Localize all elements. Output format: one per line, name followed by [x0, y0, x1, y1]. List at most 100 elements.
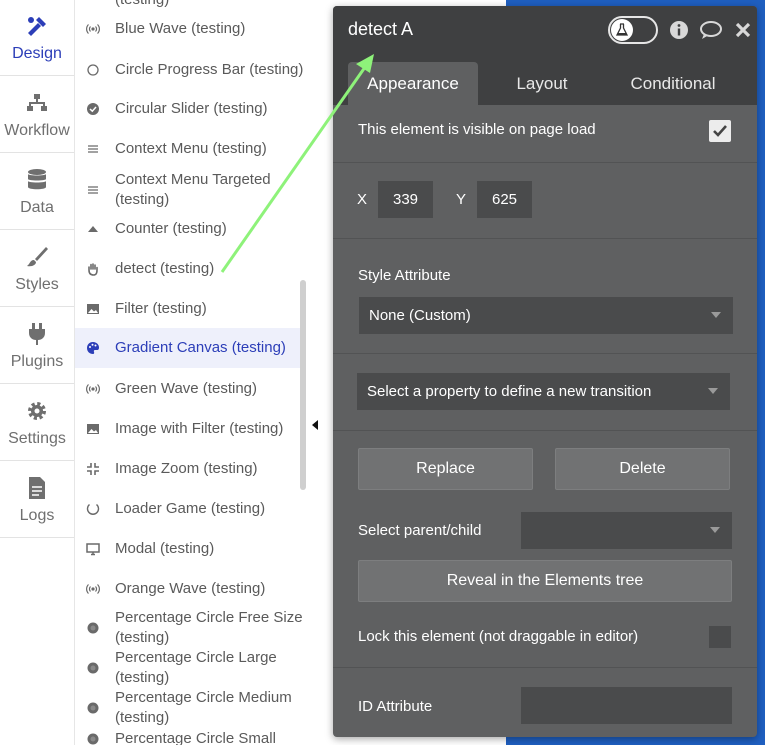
editor-tabs: Appearance Layout Conditional	[333, 53, 757, 105]
database-icon	[24, 167, 50, 193]
dot-circle-icon	[86, 732, 100, 745]
chevron-down-icon	[708, 388, 718, 394]
id-attribute-label: ID Attribute	[358, 698, 433, 715]
lock-element-label: Lock this element (not draggable in edit…	[358, 628, 639, 645]
divider	[333, 430, 757, 431]
list-item[interactable]: Context Menu Targeted (testing)	[75, 170, 300, 210]
wave-icon	[86, 382, 100, 396]
x-position-input[interactable]: 339	[378, 181, 433, 218]
rail-item-label: Settings	[8, 429, 66, 447]
rail-item-label: Styles	[15, 275, 59, 293]
brush-icon	[24, 244, 50, 270]
visible-on-load-checkbox[interactable]	[709, 120, 731, 142]
chevron-down-icon	[710, 527, 720, 533]
hand-icon	[86, 262, 100, 276]
rail-item-plugins[interactable]: Plugins	[0, 308, 74, 384]
list-item[interactable]: Percentage Circle Large (testing)	[75, 648, 300, 688]
list-item-detect[interactable]: detect (testing)	[75, 258, 300, 280]
compress-icon	[86, 462, 100, 476]
bar-icon	[86, 0, 100, 7]
circle-notch-icon	[86, 502, 100, 516]
rail-item-settings[interactable]: Settings	[0, 385, 74, 461]
visual-elements-list: (testing) Blue Wave (testing) Circle Pro…	[75, 0, 308, 745]
element-name[interactable]: detect A	[348, 19, 413, 40]
rail-item-data[interactable]: Data	[0, 154, 74, 230]
id-attribute-input[interactable]	[521, 687, 732, 724]
divider	[333, 162, 757, 163]
rail-item-logs[interactable]: Logs	[0, 462, 74, 538]
replace-button[interactable]: Replace	[358, 448, 533, 490]
main-nav-rail: Design Workflow Data Styles Plugins Sett…	[0, 0, 75, 745]
rail-item-styles[interactable]: Styles	[0, 231, 74, 307]
menu-lines-icon	[86, 142, 100, 156]
tab-conditional[interactable]: Conditional	[608, 62, 738, 105]
comment-icon[interactable]	[699, 20, 723, 40]
list-item[interactable]: (testing)	[75, 0, 300, 12]
x-label: X	[357, 191, 368, 208]
list-item-gradient-canvas[interactable]: Gradient Canvas (testing)	[75, 328, 300, 368]
flask-icon	[611, 19, 633, 41]
list-item[interactable]: Image Zoom (testing)	[75, 458, 300, 480]
info-icon[interactable]	[669, 20, 689, 40]
gear-icon	[24, 398, 50, 424]
list-item[interactable]: Percentage Circle Small	[75, 728, 300, 745]
list-item[interactable]: Circular Slider (testing)	[75, 98, 300, 120]
checkmark-icon	[713, 125, 727, 137]
document-icon	[24, 475, 50, 501]
list-item[interactable]: Context Menu (testing)	[75, 138, 300, 160]
list-item[interactable]: Filter (testing)	[75, 298, 300, 320]
design-icon	[24, 13, 50, 39]
divider	[333, 353, 757, 354]
rail-item-label: Workflow	[4, 121, 70, 139]
close-icon[interactable]	[733, 20, 753, 40]
style-attribute-label: Style Attribute	[358, 267, 451, 284]
property-editor: detect A Appearance Layout Conditional T…	[333, 6, 757, 737]
list-item[interactable]: Blue Wave (testing)	[75, 18, 300, 40]
style-attribute-value: None (Custom)	[369, 307, 471, 324]
style-attribute-dropdown[interactable]: None (Custom)	[359, 297, 733, 334]
rail-item-label: Design	[12, 44, 62, 62]
parent-child-dropdown[interactable]	[521, 512, 732, 549]
collapse-panel-arrow-icon[interactable]	[312, 420, 318, 430]
image-icon	[86, 302, 100, 316]
y-label: Y	[456, 191, 467, 208]
triangle-up-icon	[86, 222, 100, 236]
rail-item-label: Plugins	[10, 352, 64, 370]
lock-element-checkbox[interactable]	[709, 626, 731, 648]
tab-appearance[interactable]: Appearance	[348, 62, 478, 105]
rail-item-design[interactable]: Design	[0, 0, 74, 76]
dot-circle-icon	[86, 661, 100, 675]
transition-property-dropdown[interactable]: Select a property to define a new transi…	[357, 373, 730, 410]
divider	[333, 238, 757, 239]
monitor-icon	[86, 542, 100, 556]
chevron-down-icon	[711, 312, 721, 318]
property-editor-header[interactable]: detect A	[333, 6, 757, 53]
visible-on-load-label: This element is visible on page load	[358, 121, 596, 138]
parent-child-label: Select parent/child	[358, 522, 482, 539]
list-item[interactable]: Loader Game (testing)	[75, 498, 300, 520]
delete-button[interactable]: Delete	[555, 448, 730, 490]
reveal-in-elements-tree-button[interactable]: Reveal in the Elements tree	[358, 560, 732, 602]
circle-outline-icon	[86, 63, 100, 77]
transition-placeholder: Select a property to define a new transi…	[367, 383, 652, 400]
list-scrollbar[interactable]	[300, 280, 306, 490]
list-item[interactable]: Image with Filter (testing)	[75, 418, 300, 440]
list-item[interactable]: Percentage Circle Medium (testing)	[75, 688, 300, 728]
wave-icon	[86, 582, 100, 596]
tab-layout[interactable]: Layout	[483, 62, 601, 105]
rail-item-workflow[interactable]: Workflow	[0, 77, 74, 153]
check-circle-icon	[86, 102, 100, 116]
list-item[interactable]: Circle Progress Bar (testing)	[75, 50, 303, 90]
divider	[333, 667, 757, 668]
wave-icon	[86, 22, 100, 36]
menu-lines-icon	[86, 183, 100, 197]
list-item[interactable]: Modal (testing)	[75, 538, 300, 560]
list-item[interactable]: Percentage Circle Free Size (testing)	[75, 608, 303, 648]
test-mode-toggle[interactable]	[608, 16, 658, 44]
list-item[interactable]: Green Wave (testing)	[75, 378, 300, 400]
y-position-input[interactable]: 625	[477, 181, 532, 218]
image-icon	[86, 422, 100, 436]
rail-item-label: Data	[20, 198, 54, 216]
list-item[interactable]: Orange Wave (testing)	[75, 578, 300, 600]
list-item[interactable]: Counter (testing)	[75, 218, 300, 240]
